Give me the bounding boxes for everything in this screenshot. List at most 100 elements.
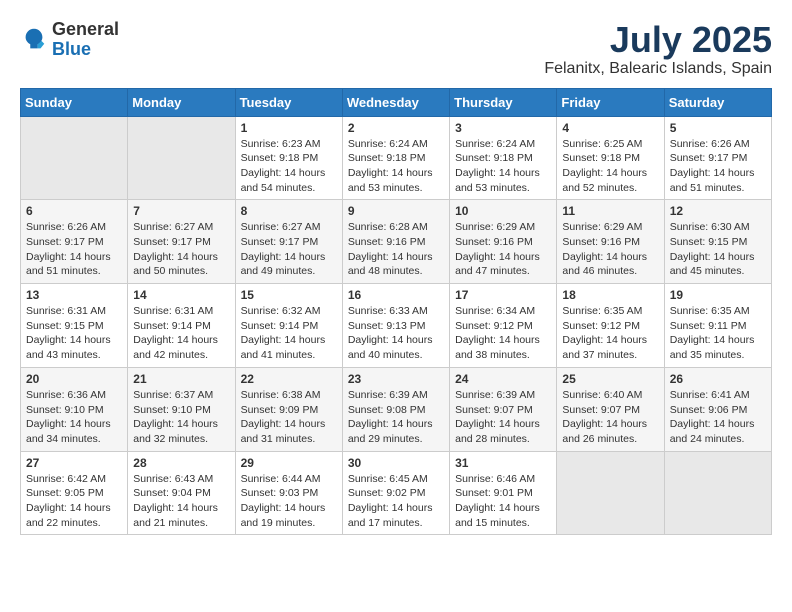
page-header: General Blue July 2025 Felanitx, Baleari… — [20, 20, 772, 78]
day-number: 1 — [241, 121, 337, 135]
calendar-cell: 20 Sunrise: 6:36 AM Sunset: 9:10 PM Dayl… — [21, 367, 128, 451]
month-title: July 2025 — [544, 20, 772, 60]
calendar-cell: 26 Sunrise: 6:41 AM Sunset: 9:06 PM Dayl… — [664, 367, 771, 451]
calendar-cell: 8 Sunrise: 6:27 AM Sunset: 9:17 PM Dayli… — [235, 200, 342, 284]
day-info: Sunrise: 6:33 AM Sunset: 9:13 PM Dayligh… — [348, 304, 444, 363]
calendar-cell: 30 Sunrise: 6:45 AM Sunset: 9:02 PM Dayl… — [342, 451, 449, 535]
day-info: Sunrise: 6:23 AM Sunset: 9:18 PM Dayligh… — [241, 137, 337, 196]
day-info: Sunrise: 6:35 AM Sunset: 9:12 PM Dayligh… — [562, 304, 658, 363]
day-number: 13 — [26, 288, 122, 302]
day-info: Sunrise: 6:26 AM Sunset: 9:17 PM Dayligh… — [670, 137, 766, 196]
day-info: Sunrise: 6:27 AM Sunset: 9:17 PM Dayligh… — [241, 220, 337, 279]
calendar-cell: 17 Sunrise: 6:34 AM Sunset: 9:12 PM Dayl… — [450, 284, 557, 368]
weekday-header: Friday — [557, 88, 664, 116]
calendar-cell: 27 Sunrise: 6:42 AM Sunset: 9:05 PM Dayl… — [21, 451, 128, 535]
day-number: 16 — [348, 288, 444, 302]
logo: General Blue — [20, 20, 119, 60]
calendar-cell: 16 Sunrise: 6:33 AM Sunset: 9:13 PM Dayl… — [342, 284, 449, 368]
weekday-header: Thursday — [450, 88, 557, 116]
calendar-cell: 10 Sunrise: 6:29 AM Sunset: 9:16 PM Dayl… — [450, 200, 557, 284]
day-number: 28 — [133, 456, 229, 470]
weekday-header: Tuesday — [235, 88, 342, 116]
day-number: 23 — [348, 372, 444, 386]
day-info: Sunrise: 6:45 AM Sunset: 9:02 PM Dayligh… — [348, 472, 444, 531]
calendar-cell: 4 Sunrise: 6:25 AM Sunset: 9:18 PM Dayli… — [557, 116, 664, 200]
day-info: Sunrise: 6:37 AM Sunset: 9:10 PM Dayligh… — [133, 388, 229, 447]
day-info: Sunrise: 6:38 AM Sunset: 9:09 PM Dayligh… — [241, 388, 337, 447]
day-info: Sunrise: 6:36 AM Sunset: 9:10 PM Dayligh… — [26, 388, 122, 447]
day-info: Sunrise: 6:46 AM Sunset: 9:01 PM Dayligh… — [455, 472, 551, 531]
day-number: 19 — [670, 288, 766, 302]
calendar-cell: 1 Sunrise: 6:23 AM Sunset: 9:18 PM Dayli… — [235, 116, 342, 200]
day-number: 30 — [348, 456, 444, 470]
day-info: Sunrise: 6:27 AM Sunset: 9:17 PM Dayligh… — [133, 220, 229, 279]
day-number: 9 — [348, 204, 444, 218]
weekday-header: Saturday — [664, 88, 771, 116]
day-number: 12 — [670, 204, 766, 218]
calendar-cell: 14 Sunrise: 6:31 AM Sunset: 9:14 PM Dayl… — [128, 284, 235, 368]
calendar-week-row: 1 Sunrise: 6:23 AM Sunset: 9:18 PM Dayli… — [21, 116, 772, 200]
day-number: 20 — [26, 372, 122, 386]
calendar-cell: 23 Sunrise: 6:39 AM Sunset: 9:08 PM Dayl… — [342, 367, 449, 451]
day-number: 10 — [455, 204, 551, 218]
day-info: Sunrise: 6:39 AM Sunset: 9:08 PM Dayligh… — [348, 388, 444, 447]
day-number: 29 — [241, 456, 337, 470]
day-info: Sunrise: 6:40 AM Sunset: 9:07 PM Dayligh… — [562, 388, 658, 447]
calendar-cell: 31 Sunrise: 6:46 AM Sunset: 9:01 PM Dayl… — [450, 451, 557, 535]
day-number: 7 — [133, 204, 229, 218]
calendar-cell: 9 Sunrise: 6:28 AM Sunset: 9:16 PM Dayli… — [342, 200, 449, 284]
calendar-week-row: 27 Sunrise: 6:42 AM Sunset: 9:05 PM Dayl… — [21, 451, 772, 535]
calendar-cell — [664, 451, 771, 535]
day-info: Sunrise: 6:35 AM Sunset: 9:11 PM Dayligh… — [670, 304, 766, 363]
calendar-cell: 12 Sunrise: 6:30 AM Sunset: 9:15 PM Dayl… — [664, 200, 771, 284]
day-number: 6 — [26, 204, 122, 218]
calendar-cell: 24 Sunrise: 6:39 AM Sunset: 9:07 PM Dayl… — [450, 367, 557, 451]
day-info: Sunrise: 6:25 AM Sunset: 9:18 PM Dayligh… — [562, 137, 658, 196]
day-info: Sunrise: 6:41 AM Sunset: 9:06 PM Dayligh… — [670, 388, 766, 447]
day-number: 3 — [455, 121, 551, 135]
day-info: Sunrise: 6:29 AM Sunset: 9:16 PM Dayligh… — [455, 220, 551, 279]
day-info: Sunrise: 6:31 AM Sunset: 9:15 PM Dayligh… — [26, 304, 122, 363]
day-info: Sunrise: 6:30 AM Sunset: 9:15 PM Dayligh… — [670, 220, 766, 279]
day-info: Sunrise: 6:24 AM Sunset: 9:18 PM Dayligh… — [455, 137, 551, 196]
title-block: July 2025 Felanitx, Balearic Islands, Sp… — [544, 20, 772, 78]
calendar-cell: 3 Sunrise: 6:24 AM Sunset: 9:18 PM Dayli… — [450, 116, 557, 200]
day-info: Sunrise: 6:39 AM Sunset: 9:07 PM Dayligh… — [455, 388, 551, 447]
calendar-week-row: 6 Sunrise: 6:26 AM Sunset: 9:17 PM Dayli… — [21, 200, 772, 284]
calendar-cell: 22 Sunrise: 6:38 AM Sunset: 9:09 PM Dayl… — [235, 367, 342, 451]
calendar-cell: 5 Sunrise: 6:26 AM Sunset: 9:17 PM Dayli… — [664, 116, 771, 200]
calendar-cell: 13 Sunrise: 6:31 AM Sunset: 9:15 PM Dayl… — [21, 284, 128, 368]
day-number: 11 — [562, 204, 658, 218]
day-info: Sunrise: 6:43 AM Sunset: 9:04 PM Dayligh… — [133, 472, 229, 531]
calendar-cell: 25 Sunrise: 6:40 AM Sunset: 9:07 PM Dayl… — [557, 367, 664, 451]
calendar-cell: 6 Sunrise: 6:26 AM Sunset: 9:17 PM Dayli… — [21, 200, 128, 284]
calendar-cell: 7 Sunrise: 6:27 AM Sunset: 9:17 PM Dayli… — [128, 200, 235, 284]
calendar-week-row: 13 Sunrise: 6:31 AM Sunset: 9:15 PM Dayl… — [21, 284, 772, 368]
day-number: 14 — [133, 288, 229, 302]
day-number: 15 — [241, 288, 337, 302]
day-number: 27 — [26, 456, 122, 470]
day-number: 21 — [133, 372, 229, 386]
day-number: 5 — [670, 121, 766, 135]
day-info: Sunrise: 6:44 AM Sunset: 9:03 PM Dayligh… — [241, 472, 337, 531]
day-number: 2 — [348, 121, 444, 135]
location-title: Felanitx, Balearic Islands, Spain — [544, 60, 772, 78]
calendar-table: SundayMondayTuesdayWednesdayThursdayFrid… — [20, 88, 772, 536]
calendar-cell: 11 Sunrise: 6:29 AM Sunset: 9:16 PM Dayl… — [557, 200, 664, 284]
day-info: Sunrise: 6:42 AM Sunset: 9:05 PM Dayligh… — [26, 472, 122, 531]
day-info: Sunrise: 6:31 AM Sunset: 9:14 PM Dayligh… — [133, 304, 229, 363]
day-number: 4 — [562, 121, 658, 135]
calendar-cell: 28 Sunrise: 6:43 AM Sunset: 9:04 PM Dayl… — [128, 451, 235, 535]
calendar-cell: 19 Sunrise: 6:35 AM Sunset: 9:11 PM Dayl… — [664, 284, 771, 368]
logo-text: General Blue — [52, 20, 119, 60]
day-info: Sunrise: 6:34 AM Sunset: 9:12 PM Dayligh… — [455, 304, 551, 363]
calendar-cell: 21 Sunrise: 6:37 AM Sunset: 9:10 PM Dayl… — [128, 367, 235, 451]
day-number: 22 — [241, 372, 337, 386]
day-number: 8 — [241, 204, 337, 218]
calendar-cell: 29 Sunrise: 6:44 AM Sunset: 9:03 PM Dayl… — [235, 451, 342, 535]
weekday-header: Wednesday — [342, 88, 449, 116]
weekday-header: Sunday — [21, 88, 128, 116]
day-number: 17 — [455, 288, 551, 302]
calendar-cell: 2 Sunrise: 6:24 AM Sunset: 9:18 PM Dayli… — [342, 116, 449, 200]
calendar-cell — [128, 116, 235, 200]
